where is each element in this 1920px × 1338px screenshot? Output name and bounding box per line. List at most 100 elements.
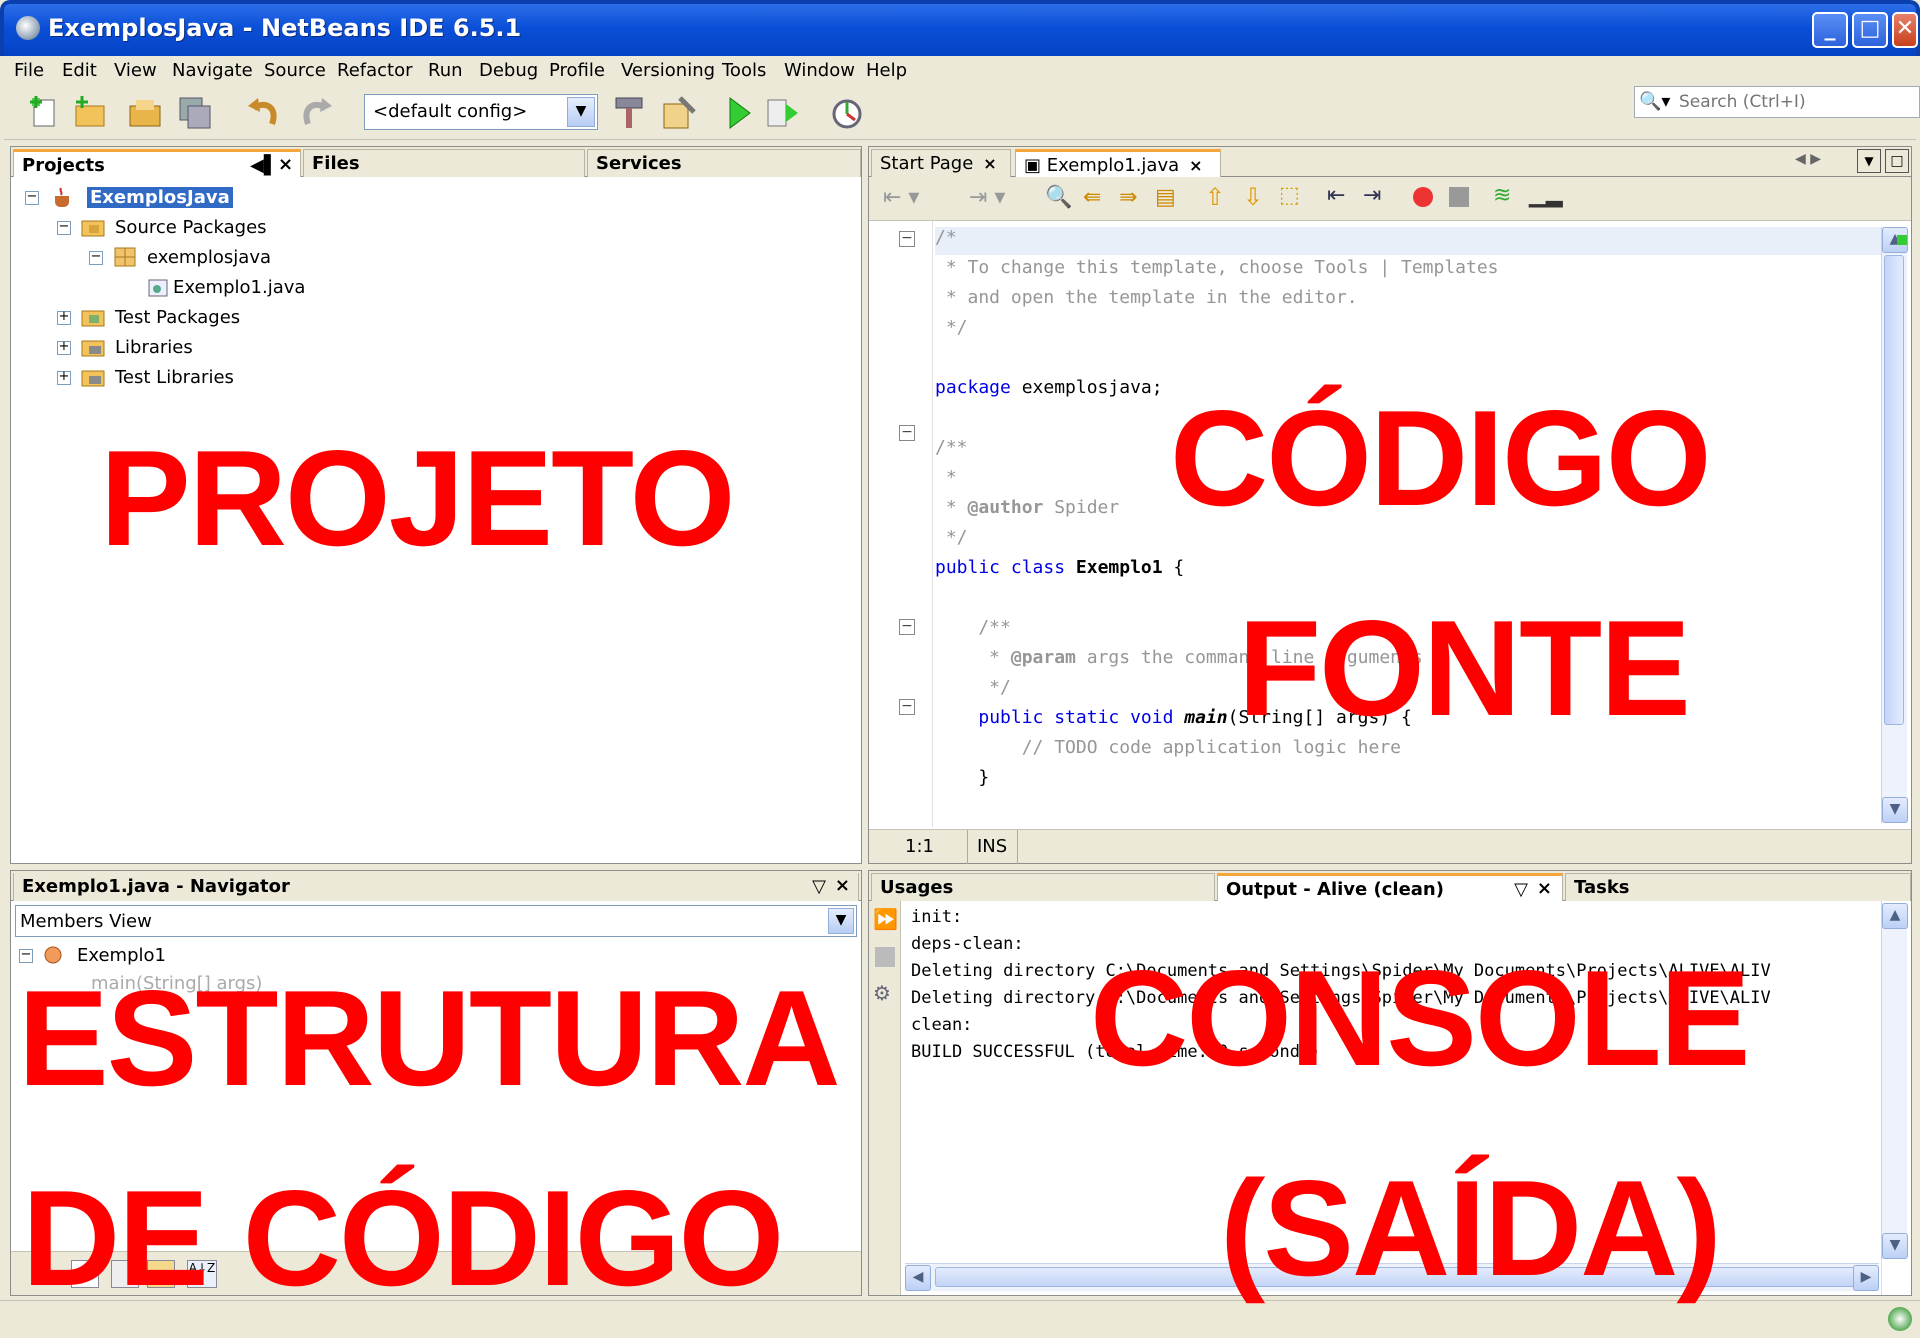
tab-usages[interactable]: Usages — [871, 873, 1215, 901]
expand-icon[interactable]: + — [57, 340, 71, 355]
new-project-icon[interactable] — [70, 94, 108, 132]
window-menu-icon[interactable]: ▽ — [812, 876, 826, 897]
scroll-up-icon[interactable]: ▲ — [1882, 903, 1908, 929]
tab-start-page[interactable]: Start Page × — [871, 149, 1011, 177]
close-button[interactable]: ✕ — [1892, 12, 1918, 48]
window-titlebar[interactable]: ExemplosJava - NetBeans IDE 6.5.1 _ □ ✕ — [0, 0, 1920, 56]
rerun-icon[interactable]: ⏩ — [873, 907, 898, 931]
previous-bookmark-icon[interactable]: ⇧ — [1205, 183, 1225, 211]
tab-navigator[interactable]: Exemplo1.java - Navigator ▽ × — [13, 873, 859, 901]
tree-item-package[interactable]: − exemplosjava — [89, 245, 309, 271]
search-icon[interactable]: 🔍▾ — [1639, 91, 1673, 113]
fold-icon[interactable]: − — [899, 231, 915, 247]
tab-projects[interactable]: Projects ◀▌ × — [13, 149, 301, 177]
editor-scrollbar[interactable]: ▲ ▼ — [1881, 227, 1908, 823]
document-list-icon[interactable]: ▼ — [1857, 149, 1881, 173]
fold-icon[interactable]: − — [899, 425, 915, 441]
comment-icon[interactable]: ≋ — [1493, 183, 1511, 208]
collapse-icon[interactable]: − — [25, 190, 39, 205]
uncomment-icon[interactable]: ▁▂ — [1529, 183, 1563, 208]
chevron-down-icon[interactable]: ▼ — [828, 908, 854, 934]
menu-tools[interactable]: Tools — [722, 60, 766, 81]
tab-tasks[interactable]: Tasks — [1565, 873, 1911, 901]
scroll-right-icon[interactable]: ▶ — [1853, 1265, 1879, 1291]
maximize-editor-icon[interactable]: □ — [1885, 149, 1909, 173]
chevron-down-icon[interactable]: ▼ — [567, 97, 595, 127]
menu-debug[interactable]: Debug — [479, 60, 538, 81]
shift-right-icon[interactable]: ⇥ — [1363, 183, 1381, 208]
next-bookmark-icon[interactable]: ⇩ — [1243, 183, 1263, 211]
scroll-down-icon[interactable]: ▼ — [1882, 797, 1908, 823]
tree-item-java-file[interactable]: Exemplo1.java — [147, 275, 367, 301]
scroll-thumb[interactable] — [1884, 255, 1904, 725]
menu-refactor[interactable]: Refactor — [337, 60, 413, 81]
stop-icon[interactable] — [875, 947, 895, 967]
new-file-icon[interactable] — [26, 94, 64, 132]
settings-icon[interactable]: ⚙ — [873, 981, 891, 1005]
members-view-select[interactable]: Members View ▼ — [15, 905, 857, 937]
menu-source[interactable]: Source — [264, 60, 326, 81]
tab-exemplo1[interactable]: ▣ Exemplo1.java × — [1015, 149, 1221, 177]
window-menu-icon[interactable]: ▽ — [1514, 879, 1528, 900]
stop-macro-icon[interactable] — [1449, 187, 1469, 207]
build-icon[interactable] — [610, 94, 648, 132]
find-icon[interactable]: 🔍 — [1045, 185, 1072, 210]
profile-icon[interactable] — [830, 94, 868, 132]
search-box[interactable]: 🔍▾ — [1634, 86, 1920, 118]
tree-item-test-libraries[interactable]: + Test Libraries — [57, 365, 297, 391]
expand-icon[interactable]: + — [57, 310, 71, 325]
tab-output[interactable]: Output - Alive (clean) ▽ × — [1217, 873, 1563, 901]
scroll-left-icon[interactable]: ◀ — [905, 1265, 931, 1291]
menu-navigate[interactable]: Navigate — [172, 60, 253, 81]
shift-left-icon[interactable]: ⇤ — [1327, 183, 1345, 208]
output-scrollbar[interactable]: ▲ ▼ — [1881, 903, 1908, 1259]
scroll-down-icon[interactable]: ▼ — [1882, 1233, 1908, 1259]
close-icon[interactable]: × — [1537, 878, 1552, 899]
clean-build-icon[interactable] — [660, 94, 698, 132]
start-macro-icon[interactable] — [1413, 187, 1433, 207]
toggle-bookmark-icon[interactable]: ⬚ — [1279, 183, 1300, 208]
tab-services[interactable]: Services — [587, 149, 861, 177]
error-stripe-ok-icon — [1897, 235, 1907, 245]
minimize-window-icon[interactable]: ◀▌ — [250, 155, 278, 176]
redo-icon[interactable] — [298, 94, 336, 132]
close-icon[interactable]: × — [278, 154, 293, 175]
tree-item-project[interactable]: − ExemplosJava — [25, 185, 245, 211]
tree-item-test-packages[interactable]: + Test Packages — [57, 305, 297, 331]
find-next-icon[interactable]: ⇛ — [1119, 185, 1137, 210]
close-icon[interactable]: × — [983, 154, 996, 173]
fold-icon[interactable]: − — [899, 699, 915, 715]
config-select[interactable]: <default config> ▼ — [364, 94, 598, 130]
undo-icon[interactable] — [244, 94, 282, 132]
open-project-icon[interactable] — [126, 94, 164, 132]
tab-files[interactable]: Files — [303, 149, 585, 177]
menu-help[interactable]: Help — [866, 60, 907, 81]
run-icon[interactable] — [720, 94, 758, 132]
expand-icon[interactable]: + — [57, 370, 71, 385]
search-input[interactable] — [1679, 90, 1909, 114]
menu-run[interactable]: Run — [428, 60, 463, 81]
close-icon[interactable]: × — [1189, 156, 1202, 175]
menu-profile[interactable]: Profile — [549, 60, 605, 81]
collapse-icon[interactable]: − — [89, 250, 103, 265]
minimize-button[interactable]: _ — [1812, 12, 1848, 48]
tree-item-libraries[interactable]: + Libraries — [57, 335, 297, 361]
scroll-tabs-icon[interactable]: ◀ ▶ — [1795, 151, 1821, 167]
close-icon[interactable]: × — [835, 875, 850, 896]
collapse-icon[interactable]: − — [57, 220, 71, 235]
tree-item-source-packages[interactable]: − Source Packages — [57, 215, 297, 241]
menu-versioning[interactable]: Versioning — [621, 60, 715, 81]
menu-view[interactable]: View — [114, 60, 157, 81]
save-all-icon[interactable] — [176, 94, 214, 132]
maximize-button[interactable]: □ — [1852, 12, 1888, 48]
menu-edit[interactable]: Edit — [62, 60, 97, 81]
find-previous-icon[interactable]: ⇚ — [1083, 185, 1101, 210]
forward-icon[interactable]: ⇥ ▾ — [969, 185, 1005, 210]
debug-icon[interactable] — [764, 94, 802, 132]
back-icon[interactable]: ⇤ ▾ — [883, 185, 919, 210]
fold-icon[interactable]: − — [899, 619, 915, 635]
menu-window[interactable]: Window — [784, 60, 855, 81]
toggle-highlight-icon[interactable]: ▤ — [1155, 185, 1176, 210]
updates-icon[interactable] — [1888, 1307, 1912, 1331]
menu-file[interactable]: File — [14, 60, 44, 81]
